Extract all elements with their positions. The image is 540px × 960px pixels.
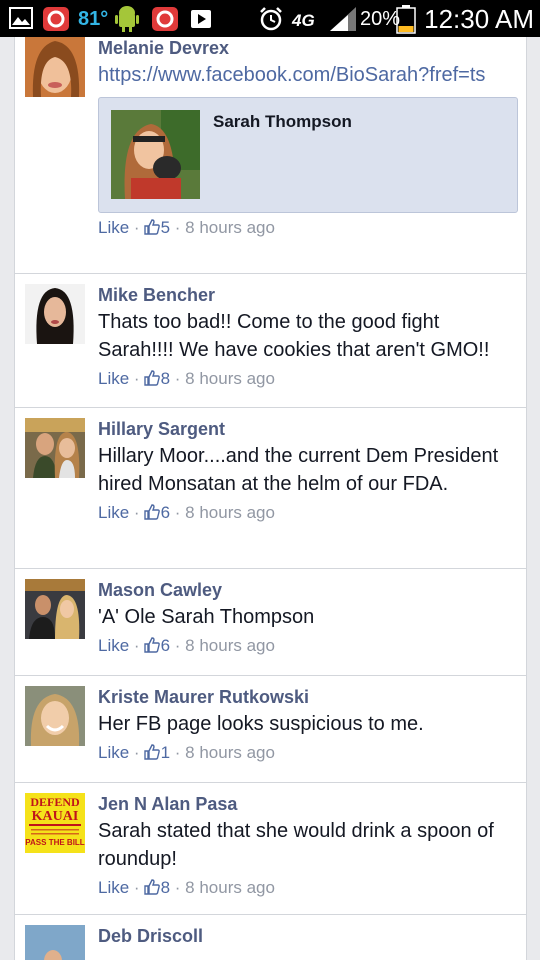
comment-text: Thats too bad!! Come to the good fight S…: [98, 311, 490, 361]
like-count[interactable]: 8: [161, 878, 170, 897]
commenter-name[interactable]: Hillary Sargent: [98, 418, 514, 440]
avatar[interactable]: [25, 418, 85, 478]
comment-item: Melanie Devrex https://www.facebook.com/…: [15, 37, 526, 274]
comment-item: Mike Bencher Thats too bad!! Come to the…: [15, 274, 526, 408]
commenter-name[interactable]: Deb Driscoll: [98, 925, 514, 947]
comment-meta: Like · 1 · 8 hours ago: [98, 741, 514, 767]
temperature-label: 81°: [78, 8, 109, 30]
comment-meta: Like · 8 · 8 hours ago: [98, 367, 514, 393]
clock-time: 12:30 AM: [424, 4, 534, 34]
avatar[interactable]: [25, 686, 85, 746]
comment-text: Her FB page looks suspicious to me.: [98, 713, 424, 735]
avatar-text: PASS THE BILL: [25, 838, 85, 847]
like-count[interactable]: 5: [161, 218, 170, 237]
like-button[interactable]: Like: [98, 369, 129, 388]
gallery-icon: [8, 6, 34, 30]
status-bar: 81° 4G 20% 12:30 AM: [0, 0, 540, 37]
comment-text: Hillary Moor....and the current Dem Pres…: [98, 445, 499, 495]
commenter-name[interactable]: Jen N Alan Pasa: [98, 793, 514, 815]
commenter-name[interactable]: Melanie Devrex: [98, 37, 514, 59]
avatar[interactable]: [25, 284, 85, 344]
like-button[interactable]: Like: [98, 743, 129, 762]
avatar-text: DEFEND: [30, 795, 80, 809]
comment-meta: Like · 6 · 8 hours ago: [98, 634, 514, 660]
comment-meta: Like · 8 · 8 hours ago: [98, 876, 514, 902]
comment-item: Hillary Sargent Hillary Moor....and the …: [15, 408, 526, 569]
like-count[interactable]: 8: [161, 369, 170, 388]
comment-meta: Like · 5 · 8 hours ago: [98, 216, 514, 242]
battery-icon: [396, 4, 416, 34]
avatar[interactable]: [25, 579, 85, 639]
like-count[interactable]: 6: [161, 636, 170, 655]
avatar[interactable]: [25, 925, 85, 960]
comment-timestamp[interactable]: 8 hours ago: [185, 878, 275, 897]
network-type-label: 4G: [292, 11, 315, 30]
commenter-name[interactable]: Kriste Maurer Rutkowski: [98, 686, 514, 708]
thumbs-up-icon: [143, 369, 160, 393]
like-button[interactable]: Like: [98, 878, 129, 897]
like-button[interactable]: Like: [98, 503, 129, 522]
comment-item: Kriste Maurer Rutkowski Her FB page look…: [15, 676, 526, 783]
comment-timestamp[interactable]: 8 hours ago: [185, 743, 275, 762]
comment-timestamp[interactable]: 8 hours ago: [185, 369, 275, 388]
thumbs-up-icon: [143, 218, 160, 242]
like-button[interactable]: Like: [98, 218, 129, 237]
comment-item: Deb Driscoll: [15, 915, 526, 960]
notification-icon: [42, 6, 70, 31]
thumbs-up-icon: [143, 636, 160, 660]
comment-timestamp[interactable]: 8 hours ago: [185, 503, 275, 522]
like-count[interactable]: 1: [161, 743, 170, 762]
alarm-icon: [258, 6, 284, 31]
notification-icon: [151, 6, 179, 31]
avatar[interactable]: DEFEND KAUAI PASS THE BILL: [25, 793, 85, 853]
thumbs-up-icon: [143, 743, 160, 767]
battery-percent: 20%: [360, 8, 401, 30]
link-preview-card[interactable]: Sarah Thompson: [98, 97, 518, 213]
commenter-name[interactable]: Mason Cawley: [98, 579, 514, 601]
signal-icon: [328, 6, 358, 31]
comment-timestamp[interactable]: 8 hours ago: [185, 636, 275, 655]
thumbs-up-icon: [143, 878, 160, 902]
avatar[interactable]: [25, 37, 85, 97]
commenter-name[interactable]: Mike Bencher: [98, 284, 514, 306]
comment-link[interactable]: https://www.facebook.com/BioSarah?fref=t…: [98, 61, 514, 89]
avatar-text: KAUAI: [32, 809, 79, 824]
comment-timestamp[interactable]: 8 hours ago: [185, 218, 275, 237]
play-store-icon: [189, 6, 213, 30]
comment-item: Mason Cawley 'A' Ole Sarah Thompson Like…: [15, 569, 526, 676]
comment-text: 'A' Ole Sarah Thompson: [98, 606, 315, 628]
comment-meta: Like · 6 · 8 hours ago: [98, 501, 514, 527]
preview-image: [111, 110, 200, 199]
like-button[interactable]: Like: [98, 636, 129, 655]
thumbs-up-icon: [143, 503, 160, 527]
comment-item: DEFEND KAUAI PASS THE BILL Jen N Alan Pa…: [15, 783, 526, 915]
comments-feed: Melanie Devrex https://www.facebook.com/…: [14, 37, 527, 960]
android-icon: [114, 3, 140, 32]
like-count[interactable]: 6: [161, 503, 170, 522]
comment-text: Sarah stated that she would drink a spoo…: [98, 820, 494, 870]
preview-title[interactable]: Sarah Thompson: [213, 112, 352, 132]
